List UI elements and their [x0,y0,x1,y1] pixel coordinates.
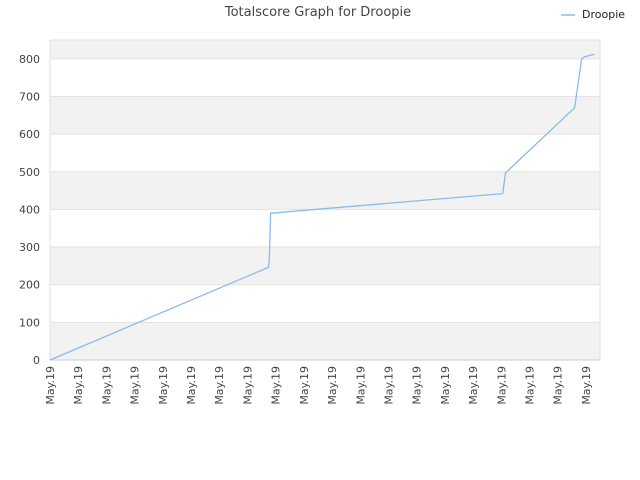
legend: Droopie [561,8,625,21]
x-tick-label: May.19 [100,366,113,405]
x-tick-label: May.19 [241,366,254,405]
y-tick-label: 0 [33,354,40,367]
x-tick-label: May.19 [72,366,85,405]
background-band [50,322,600,360]
x-tick-label: May.19 [552,366,565,405]
x-tick-label: May.19 [354,366,367,405]
y-tick-label: 500 [19,166,40,179]
x-tick-label: May.19 [382,366,395,405]
y-axis-ticks: 0 100 200 300 400 500 600 700 800 [19,53,40,367]
y-tick-label: 200 [19,279,40,292]
x-tick-label: May.19 [129,366,142,405]
background-band [50,96,600,135]
background-bands [50,40,600,360]
chart: 0100200300400500600700800 May.19 May.19 Ma… [19,5,625,405]
y-tick-label: 100 [19,316,40,329]
y-tick-label: 600 [19,128,40,141]
chart-title: Totalscore Graph for Droopie [224,5,411,20]
legend-label-droopie: Droopie [582,8,625,21]
x-tick-label: May.19 [44,366,57,405]
x-tick-label: May.19 [213,366,226,405]
y-tick-label: 700 [19,90,40,103]
x-tick-label: May.19 [326,366,339,405]
background-band [50,40,600,59]
x-tick-label: May.19 [411,366,424,405]
y-tick-label: 800 [19,53,40,66]
x-tick-label: May.19 [467,366,480,405]
x-tick-label: May.19 [495,366,508,405]
background-band [50,171,600,210]
x-tick-label: May.19 [157,366,170,405]
x-tick-label: May.19 [298,366,311,405]
y-tick-label: 400 [19,203,40,216]
x-tick-label: May.19 [439,366,452,405]
x-axis-ticks: May.19 May.19 May.19 May.19 May.19 May.19 May.… [44,366,593,405]
y-tick-label: 300 [19,241,40,254]
x-tick-label: May.19 [185,366,198,405]
background-band [50,247,600,285]
x-tick-label: May.19 [270,366,283,405]
x-tick-label: May.19 [580,366,593,405]
x-tick-label: May.19 [523,366,536,405]
